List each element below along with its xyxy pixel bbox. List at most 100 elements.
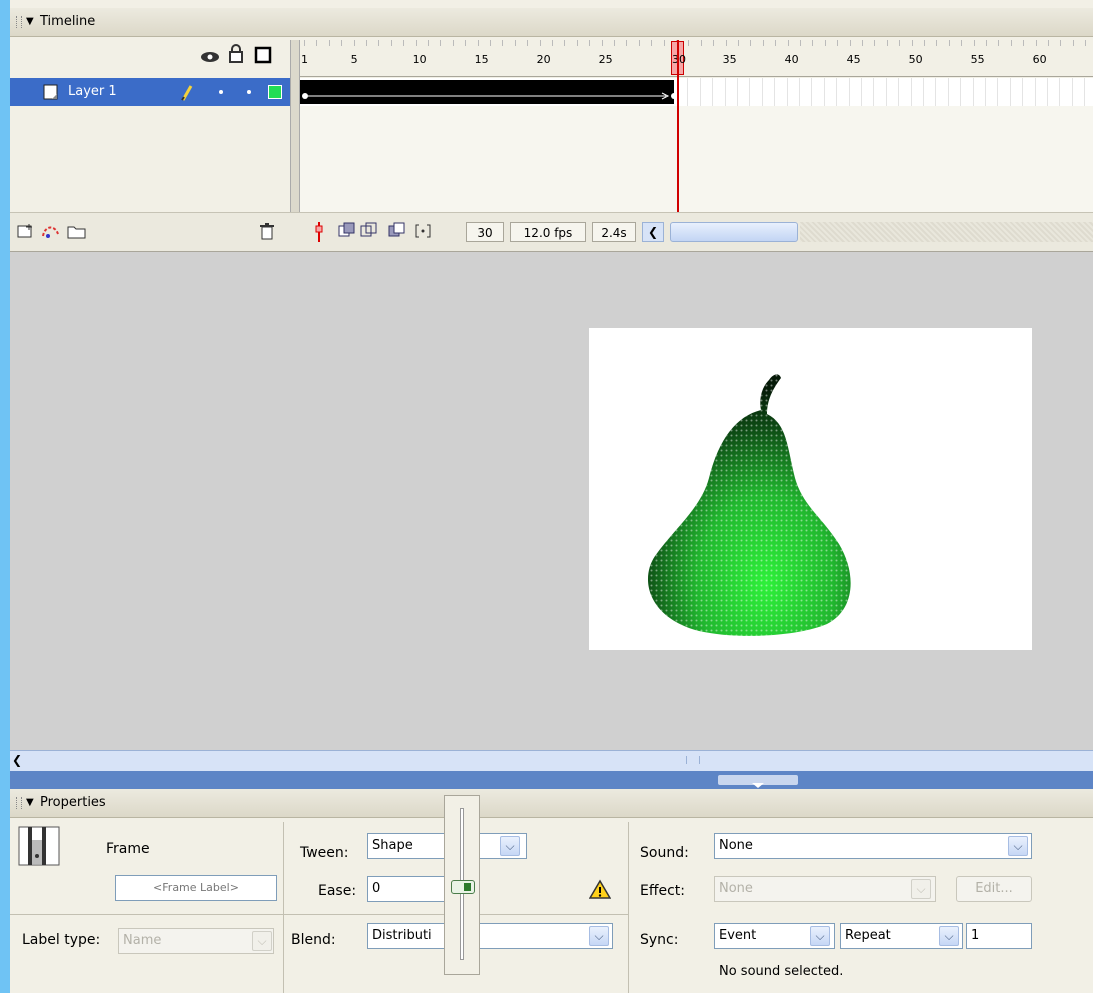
onion-skin-icon[interactable] <box>338 222 356 240</box>
frame-cell[interactable] <box>1011 78 1024 106</box>
warning-icon[interactable] <box>588 879 612 899</box>
frame-cell[interactable] <box>788 78 800 106</box>
insert-folder-icon[interactable] <box>66 222 88 240</box>
ruler-tick <box>601 40 603 46</box>
frame-cell[interactable] <box>1048 78 1061 106</box>
sync-label: Sync: <box>640 932 679 948</box>
frame-cell[interactable] <box>837 78 850 106</box>
chevron-down-icon[interactable]: ⌵ <box>939 926 959 946</box>
frame-cell[interactable] <box>1060 78 1073 106</box>
collapse-panel-tab[interactable] <box>718 775 798 788</box>
edit-sound-button[interactable]: Edit... <box>956 876 1032 902</box>
frame-cell[interactable] <box>949 78 962 106</box>
frame-cell[interactable] <box>862 78 875 106</box>
frame-label-input[interactable]: <Frame Label> <box>115 875 277 901</box>
panel-divider[interactable] <box>10 771 1093 789</box>
frame-cell[interactable] <box>924 78 937 106</box>
layer-color-swatch[interactable] <box>268 85 282 99</box>
frame-cell[interactable] <box>1073 78 1086 106</box>
grip-icon[interactable] <box>16 16 22 28</box>
timeline-scroll-left-button[interactable]: ❮ <box>642 222 664 242</box>
layer-icon <box>42 83 60 101</box>
ease-slider-thumb[interactable] <box>451 880 475 894</box>
label-type-select[interactable]: Name <box>118 928 274 954</box>
ruler-tick <box>1010 40 1012 46</box>
outline-icon[interactable] <box>254 46 272 64</box>
frame-cell[interactable] <box>912 78 924 106</box>
frame-cell[interactable] <box>874 78 887 106</box>
frame-cell[interactable] <box>1085 78 1093 106</box>
sound-label: Sound: <box>640 845 689 861</box>
pear-shape[interactable] <box>589 328 1032 650</box>
frame-cell[interactable] <box>961 78 974 106</box>
frame-ruler[interactable]: 1 5 10 15 20 25 35 40 45 50 55 60 <box>300 40 1093 77</box>
onion-skin-outlines-icon[interactable] <box>360 222 378 240</box>
properties-titlebar[interactable]: ▼ Properties <box>10 789 1093 818</box>
delete-layer-icon[interactable] <box>258 221 276 241</box>
frame-cell[interactable] <box>887 78 900 106</box>
frame-cell[interactable] <box>1023 78 1036 106</box>
visibility-dot[interactable] <box>219 90 223 94</box>
center-frame-icon[interactable] <box>314 222 324 242</box>
add-motion-guide-icon[interactable] <box>40 222 62 240</box>
edit-multiple-frames-icon[interactable] <box>388 222 406 240</box>
eye-icon[interactable] <box>200 48 220 64</box>
lock-dot[interactable] <box>247 90 251 94</box>
frame-cell[interactable] <box>800 78 813 106</box>
ruler-tick <box>948 40 950 46</box>
playhead-line[interactable] <box>677 40 679 212</box>
frame-rate-display[interactable]: 12.0 fps <box>510 222 586 242</box>
chevron-down-icon[interactable]: ⌵ <box>589 926 609 946</box>
frame-heading: Frame <box>106 841 150 857</box>
ease-slider-popup[interactable] <box>444 795 480 975</box>
chevron-down-icon[interactable]: ⌵ <box>500 836 520 856</box>
frame-cell[interactable] <box>998 78 1011 106</box>
frame-cell[interactable] <box>688 78 701 106</box>
repeat-count-input[interactable]: 1 <box>966 923 1032 949</box>
frame-cell[interactable] <box>726 78 738 106</box>
frame-cell[interactable] <box>974 78 986 106</box>
ruler-number: 25 <box>598 53 613 66</box>
shape-tween-span[interactable] <box>300 80 677 104</box>
collapse-triangle-icon[interactable]: ▼ <box>26 8 34 36</box>
frame-cell[interactable] <box>986 78 999 106</box>
insert-layer-icon[interactable] <box>16 222 36 240</box>
frame-cell[interactable] <box>763 78 776 106</box>
frame-cell[interactable] <box>899 78 912 106</box>
timeline-scrollbar-thumb[interactable] <box>670 222 798 242</box>
effect-label: Effect: <box>640 883 686 899</box>
stage-horizontal-scrollbar[interactable]: ❮ <box>10 750 1093 771</box>
collapse-triangle-icon[interactable]: ▼ <box>26 789 34 817</box>
blend-select[interactable]: Distributi <box>367 923 613 949</box>
layer-row[interactable]: Layer 1 <box>10 78 290 106</box>
chevron-down-icon[interactable]: ⌵ <box>911 879 931 899</box>
frame-cell[interactable] <box>812 78 825 106</box>
lock-icon[interactable] <box>228 44 244 64</box>
timeline-scrollbar-track[interactable] <box>800 222 1093 242</box>
modify-onion-markers-icon[interactable] <box>414 222 432 240</box>
frame-cell[interactable] <box>1036 78 1048 106</box>
sound-select[interactable]: None <box>714 833 1032 859</box>
frame-cell[interactable] <box>750 78 763 106</box>
frame-cell[interactable] <box>713 78 726 106</box>
ruler-tick <box>378 40 380 46</box>
frame-cell[interactable] <box>775 78 788 106</box>
frame-cell[interactable] <box>850 78 862 106</box>
frame-cell[interactable] <box>738 78 751 106</box>
chevron-down-icon[interactable]: ⌵ <box>1008 836 1028 856</box>
layer-name[interactable]: Layer 1 <box>68 84 117 99</box>
grip-icon[interactable] <box>16 797 22 809</box>
chevron-down-icon[interactable]: ⌵ <box>252 931 272 951</box>
ruler-number: 55 <box>970 53 985 66</box>
ruler-tick <box>862 40 863 46</box>
stage-scroll-left-button[interactable]: ❮ <box>12 753 22 767</box>
ruler-number: 5 <box>350 53 358 66</box>
effect-select[interactable]: None <box>714 876 936 902</box>
frame-cell[interactable] <box>936 78 949 106</box>
timeline-titlebar[interactable]: ▼ Timeline <box>10 8 1093 37</box>
stage-canvas[interactable] <box>589 328 1032 650</box>
chevron-down-icon[interactable]: ⌵ <box>810 926 830 946</box>
stage-scrollbar-grip[interactable] <box>686 756 700 764</box>
frame-cell[interactable] <box>701 78 714 106</box>
frame-cell[interactable] <box>825 78 838 106</box>
